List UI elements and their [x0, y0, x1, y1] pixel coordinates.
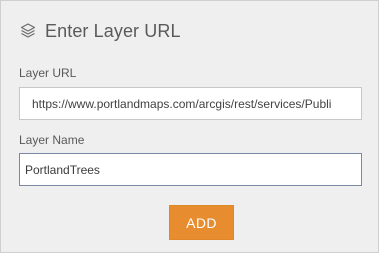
- layer-name-label: Layer Name: [19, 133, 85, 147]
- enter-layer-url-panel: Enter Layer URL Layer URL Layer Name ADD: [0, 0, 379, 253]
- layers-icon: [19, 22, 37, 40]
- layer-url-input[interactable]: [19, 87, 362, 120]
- layer-url-label: Layer URL: [19, 66, 77, 80]
- panel-header: Enter Layer URL: [19, 19, 181, 43]
- layer-name-input[interactable]: [19, 153, 362, 186]
- add-button[interactable]: ADD: [169, 205, 234, 240]
- panel-title: Enter Layer URL: [45, 20, 181, 41]
